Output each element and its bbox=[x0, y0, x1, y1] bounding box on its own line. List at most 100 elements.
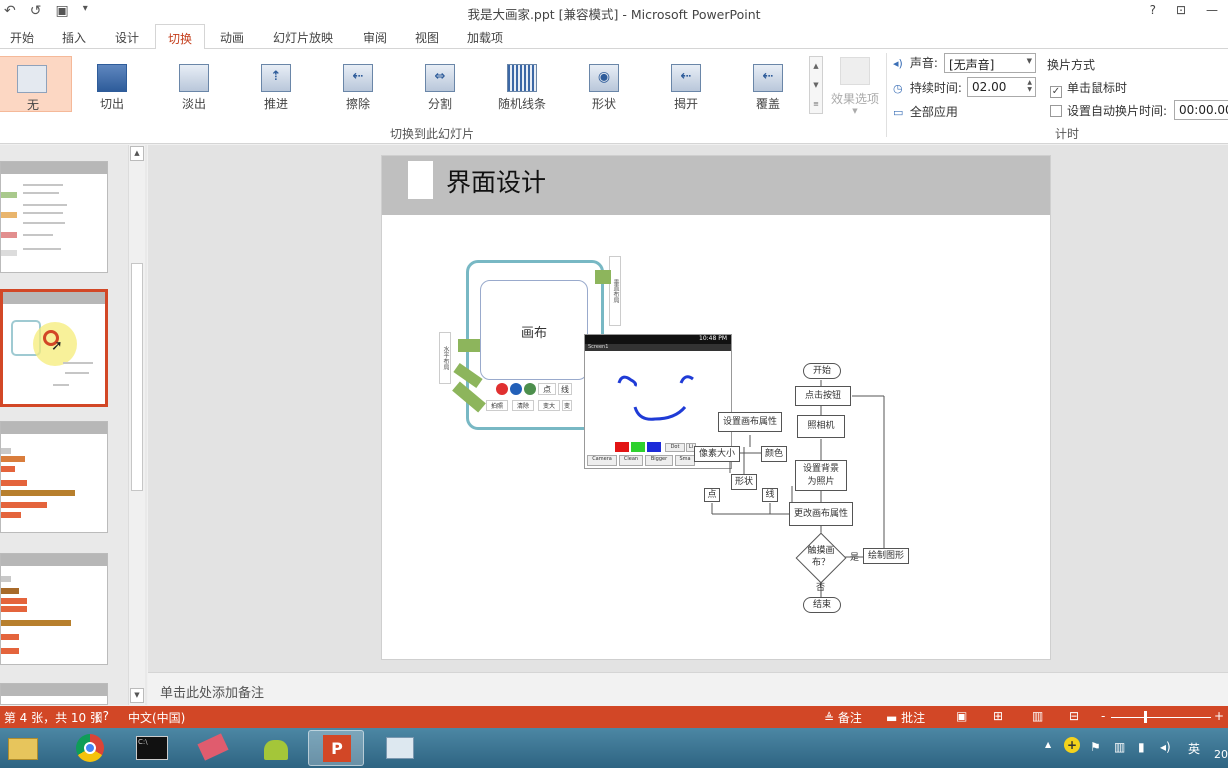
shape-transition-icon: ◉ bbox=[589, 64, 619, 92]
language-indicator[interactable]: 中文(中国) bbox=[128, 709, 185, 726]
zoom-in-button[interactable]: + bbox=[1214, 709, 1224, 723]
help-button[interactable]: ? bbox=[1150, 3, 1156, 17]
notes-toggle-label: 备注 bbox=[837, 711, 862, 725]
none-transition-icon bbox=[17, 65, 47, 93]
tab-transitions[interactable]: 切换 bbox=[155, 24, 205, 50]
transition-shape[interactable]: ◉ 形状 bbox=[568, 56, 640, 112]
auto-advance-checkbox[interactable]: 设置自动换片时间: bbox=[1050, 102, 1167, 119]
duration-value: 02.00 bbox=[972, 80, 1007, 94]
file-explorer-icon[interactable] bbox=[0, 730, 52, 766]
comments-toggle[interactable]: ▬ 批注 bbox=[886, 709, 925, 726]
android-emulator-icon[interactable] bbox=[248, 730, 304, 766]
tab-home[interactable]: 开始 bbox=[4, 27, 40, 48]
tab-insert[interactable]: 插入 bbox=[56, 27, 92, 48]
tray-ime-indicator[interactable]: 英 bbox=[1188, 740, 1200, 757]
slide-thumbnail[interactable] bbox=[0, 421, 108, 533]
slide-sorter-icon[interactable]: ⊞ bbox=[993, 709, 1003, 723]
scroll-thumb[interactable] bbox=[131, 263, 143, 491]
zoom-slider-thumb[interactable] bbox=[1144, 711, 1147, 723]
transition-push[interactable]: ⇡ 推进 bbox=[240, 56, 312, 112]
tab-review[interactable]: 审阅 bbox=[357, 27, 393, 48]
tab-addins[interactable]: 加载项 bbox=[461, 27, 509, 48]
gallery-more-icon[interactable]: ≡ bbox=[810, 95, 822, 114]
slide-thumbnail-current[interactable]: ➚ bbox=[0, 289, 108, 407]
transition-label: 形状 bbox=[591, 97, 616, 111]
command-prompt-icon[interactable]: C:\ bbox=[124, 730, 180, 766]
spellcheck-icon[interactable]: ▯? bbox=[96, 709, 109, 723]
flow-change-canvas: 更改画布属性 bbox=[789, 502, 853, 526]
slide-thumbnail[interactable] bbox=[0, 553, 108, 665]
flow-click-button: 点击按钮 bbox=[795, 386, 851, 406]
slide-thumbnail-pane: ➚ ▲ ▼ bbox=[0, 145, 147, 705]
scroll-up-icon[interactable]: ▲ bbox=[130, 146, 144, 161]
tray-clock[interactable]: 20 bbox=[1214, 748, 1228, 761]
powerpoint-taskbar-icon[interactable]: P bbox=[308, 730, 364, 766]
apply-all-button[interactable]: ▭ 全部应用 bbox=[893, 103, 958, 120]
flow-draw-shape: 绘制图形 bbox=[863, 548, 909, 564]
transition-wipe[interactable]: ⇠ 擦除 bbox=[322, 56, 394, 112]
tray-volume-icon[interactable]: ◂) bbox=[1160, 740, 1171, 754]
tray-network-icon[interactable]: ▥ bbox=[1114, 740, 1125, 754]
effect-options-icon bbox=[840, 57, 870, 85]
sound-dropdown[interactable]: [无声音] ▼ bbox=[944, 53, 1036, 73]
slide-thumbnail[interactable] bbox=[0, 683, 108, 705]
duration-row: ◷ 持续时间: bbox=[893, 79, 962, 96]
gallery-scroll[interactable]: ▲ ▼ ≡ bbox=[809, 56, 823, 114]
auto-advance-time[interactable]: 00:00.00 bbox=[1174, 100, 1228, 120]
tray-expand-icon[interactable]: ▲ bbox=[1045, 740, 1051, 749]
duration-spinner[interactable]: 02.00 ▲ ▼ bbox=[967, 77, 1036, 97]
tab-slideshow[interactable]: 幻灯片放映 bbox=[267, 27, 339, 48]
notes-pane[interactable]: 单击此处添加备注 bbox=[148, 672, 1228, 706]
ribbon-display-icon[interactable]: ⊡ bbox=[1176, 3, 1186, 17]
slideshow-view-icon[interactable]: ⊟ bbox=[1069, 709, 1079, 723]
checkbox-icon[interactable] bbox=[1050, 105, 1062, 117]
thumbnail-scrollbar[interactable]: ▲ ▼ bbox=[128, 145, 145, 705]
tab-animations[interactable]: 动画 bbox=[214, 27, 250, 48]
transition-uncover[interactable]: ⇠ 揭开 bbox=[650, 56, 722, 112]
transition-cover[interactable]: ⇠ 覆盖 bbox=[732, 56, 804, 112]
scroll-down-icon[interactable]: ▼ bbox=[130, 688, 144, 703]
tray-flag-icon[interactable]: ⚑ bbox=[1090, 740, 1101, 754]
transition-split[interactable]: ⇔ 分割 bbox=[404, 56, 476, 112]
checkbox-checked-icon[interactable]: ✓ bbox=[1050, 86, 1062, 98]
auto-advance-value: 00:00.00 bbox=[1179, 103, 1228, 117]
monitor-app-icon[interactable] bbox=[372, 730, 428, 766]
eraser-app-icon[interactable] bbox=[186, 730, 242, 766]
on-click-checkbox[interactable]: ✓ 单击鼠标时 bbox=[1050, 79, 1127, 98]
tray-signal-icon[interactable]: ▮ bbox=[1138, 740, 1145, 754]
transition-cut[interactable]: 切出 bbox=[76, 56, 148, 112]
tab-view[interactable]: 视图 bbox=[409, 27, 445, 48]
transition-fade[interactable]: 淡出 bbox=[158, 56, 230, 112]
flow-dot: 点 bbox=[704, 488, 720, 502]
flow-camera: 照相机 bbox=[797, 415, 845, 438]
transition-random-bars[interactable]: 随机线条 bbox=[486, 56, 558, 112]
flowchart-connectors bbox=[711, 380, 885, 597]
slide[interactable]: 界面设计 画布 垂直布局 水平布局 点 线 拍照 清除 变大 变 10:48 P… bbox=[381, 155, 1051, 660]
minimize-button[interactable]: — bbox=[1206, 3, 1218, 17]
gallery-down-icon[interactable]: ▼ bbox=[810, 76, 822, 95]
chevron-down-icon: ▼ bbox=[852, 107, 858, 115]
window-controls: ? ⊡ — bbox=[1150, 3, 1218, 17]
tray-plus-icon[interactable]: + bbox=[1064, 737, 1080, 753]
group-divider bbox=[886, 53, 887, 137]
spinner-icon[interactable]: ▲ ▼ bbox=[1027, 79, 1032, 93]
slide-counter[interactable]: 幻灯片 第 4 张，共 10 张 bbox=[0, 709, 102, 726]
normal-view-icon[interactable]: ▣ bbox=[956, 709, 967, 723]
flow-no-label: 否 bbox=[816, 583, 826, 593]
effect-options-button[interactable]: 效果选项 ▼ bbox=[828, 57, 882, 117]
chrome-icon[interactable] bbox=[62, 730, 118, 766]
comments-toggle-label: 批注 bbox=[901, 711, 926, 725]
split-transition-icon: ⇔ bbox=[425, 64, 455, 92]
tab-design[interactable]: 设计 bbox=[109, 27, 145, 48]
apply-all-icon: ▭ bbox=[893, 106, 904, 119]
windows-taskbar: C:\ P ▲ + ⚑ ▥ ▮ ◂) 英 20 bbox=[0, 728, 1228, 768]
transition-label: 淡出 bbox=[181, 97, 206, 111]
notes-toggle[interactable]: ≜ 备注 bbox=[824, 709, 862, 726]
reading-view-icon[interactable]: ▥ bbox=[1032, 709, 1043, 723]
zoom-out-button[interactable]: - bbox=[1101, 709, 1105, 723]
slide-thumbnail[interactable] bbox=[0, 161, 108, 273]
gallery-up-icon[interactable]: ▲ bbox=[810, 57, 822, 76]
transition-none[interactable]: 无 bbox=[0, 56, 72, 112]
sound-label-row: ◂) 声音: bbox=[893, 54, 938, 71]
zoom-slider-track[interactable] bbox=[1111, 717, 1211, 718]
